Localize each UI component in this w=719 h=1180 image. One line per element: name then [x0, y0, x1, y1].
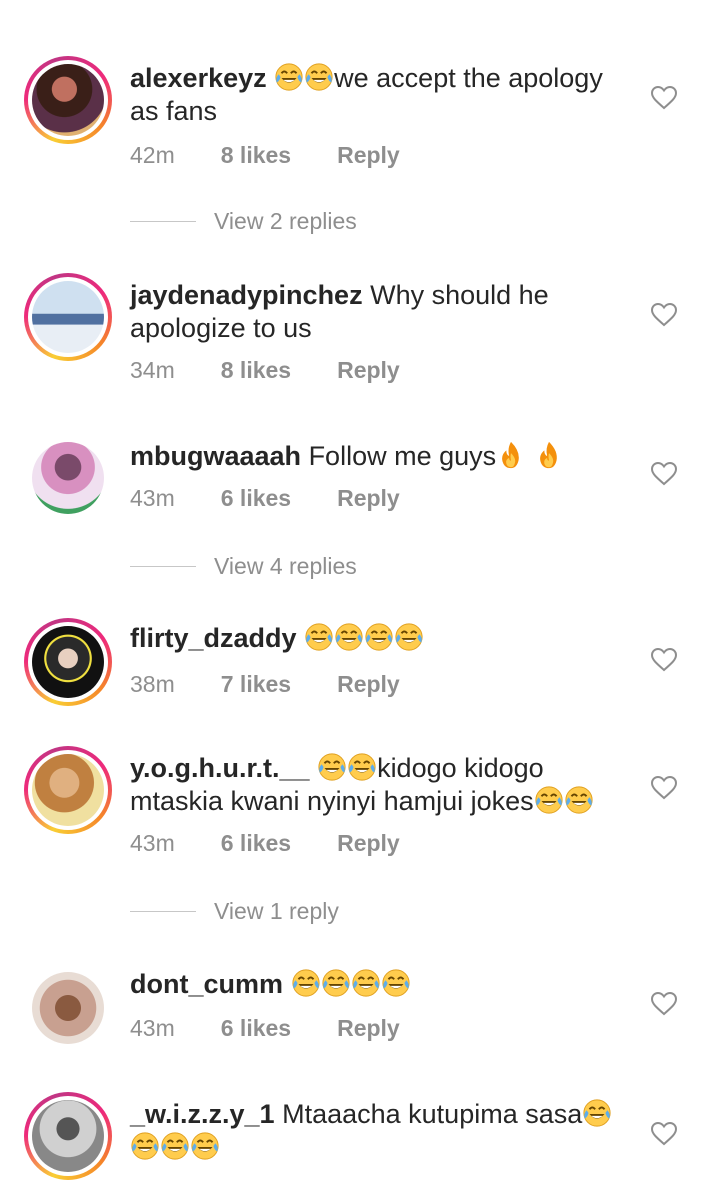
- heart-icon[interactable]: [651, 1122, 677, 1146]
- laugh-emoji-icon: [317, 752, 347, 782]
- comment-time: 43m: [130, 1015, 175, 1041]
- likes-count[interactable]: 6 likes: [221, 830, 291, 857]
- reply-button[interactable]: Reply: [337, 485, 400, 512]
- avatar-story-ring[interactable]: [24, 618, 112, 706]
- avatar: [32, 1100, 104, 1172]
- comment-text: Mtaaacha kutupima sasa: [282, 1099, 583, 1129]
- reply-button[interactable]: Reply: [337, 357, 400, 384]
- view-replies-link[interactable]: View 4 replies: [130, 553, 357, 580]
- avatar: [32, 442, 104, 514]
- username[interactable]: flirty_dzaddy: [130, 623, 297, 653]
- laugh-emoji-icon: [160, 1131, 190, 1161]
- avatar: [32, 754, 104, 826]
- laugh-emoji-icon: [534, 785, 564, 815]
- view-replies-label: View 2 replies: [214, 208, 357, 234]
- laugh-emoji-icon: [351, 968, 381, 998]
- avatar-story-ring[interactable]: [24, 1092, 112, 1180]
- laugh-emoji-icon: [304, 62, 334, 92]
- fire-emoji-icon: [496, 440, 526, 470]
- username[interactable]: dont_cumm: [130, 969, 283, 999]
- heart-icon[interactable]: [651, 86, 677, 110]
- fire-emoji-icon: [534, 440, 564, 470]
- laugh-emoji-icon: [334, 622, 364, 652]
- laugh-emoji-icon: [364, 622, 394, 652]
- heart-icon[interactable]: [651, 462, 677, 486]
- laugh-emoji-icon: [274, 62, 304, 92]
- laugh-emoji-icon: [321, 968, 351, 998]
- comment-text: Follow me guys: [308, 441, 497, 471]
- laugh-emoji-icon: [190, 1131, 220, 1161]
- avatar-container[interactable]: [28, 968, 108, 1048]
- avatar: [32, 64, 104, 136]
- view-replies-label: View 4 replies: [214, 553, 357, 579]
- avatar-story-ring[interactable]: [24, 273, 112, 361]
- view-replies-link[interactable]: View 2 replies: [130, 208, 357, 235]
- username[interactable]: _w.i.z.z.y_1: [130, 1099, 275, 1129]
- view-replies-link[interactable]: View 1 reply: [130, 898, 339, 925]
- username[interactable]: jaydenadypinchez: [130, 280, 363, 310]
- reply-button[interactable]: Reply: [337, 142, 400, 169]
- laugh-emoji-icon: [381, 968, 411, 998]
- heart-icon[interactable]: [651, 992, 677, 1016]
- avatar-container[interactable]: [28, 438, 108, 518]
- comment-time: 42m: [130, 142, 175, 168]
- avatar: [32, 281, 104, 353]
- comment-time: 38m: [130, 671, 175, 697]
- comment-time: 43m: [130, 485, 175, 511]
- laugh-emoji-icon: [291, 968, 321, 998]
- avatar: [32, 626, 104, 698]
- reply-button[interactable]: Reply: [337, 671, 400, 698]
- laugh-emoji-icon: [582, 1098, 612, 1128]
- laugh-emoji-icon: [347, 752, 377, 782]
- laugh-emoji-icon: [564, 785, 594, 815]
- likes-count[interactable]: 7 likes: [221, 671, 291, 698]
- heart-icon[interactable]: [651, 648, 677, 672]
- likes-count[interactable]: 8 likes: [221, 142, 291, 169]
- comment-time: 34m: [130, 357, 175, 383]
- likes-count[interactable]: 6 likes: [221, 485, 291, 512]
- heart-icon[interactable]: [651, 303, 677, 327]
- laugh-emoji-icon: [130, 1131, 160, 1161]
- divider: [130, 221, 196, 222]
- reply-button[interactable]: Reply: [337, 1015, 400, 1042]
- username[interactable]: y.o.g.h.u.r.t.__: [130, 753, 310, 783]
- username[interactable]: mbugwaaaah: [130, 441, 301, 471]
- view-replies-label: View 1 reply: [214, 898, 339, 924]
- heart-icon[interactable]: [651, 776, 677, 800]
- divider: [130, 911, 196, 912]
- avatar-story-ring[interactable]: [24, 56, 112, 144]
- avatar: [32, 972, 104, 1044]
- likes-count[interactable]: 6 likes: [221, 1015, 291, 1042]
- divider: [130, 566, 196, 567]
- likes-count[interactable]: 8 likes: [221, 357, 291, 384]
- comment-time: 43m: [130, 830, 175, 856]
- laugh-emoji-icon: [304, 622, 334, 652]
- laugh-emoji-icon: [394, 622, 424, 652]
- avatar-story-ring[interactable]: [24, 746, 112, 834]
- username[interactable]: alexerkeyz: [130, 63, 267, 93]
- reply-button[interactable]: Reply: [337, 830, 400, 857]
